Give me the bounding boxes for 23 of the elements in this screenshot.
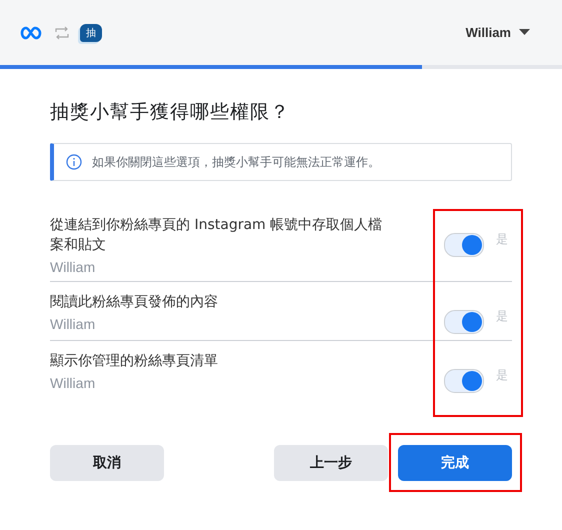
account-name: William: [50, 316, 96, 332]
permission-label: 顯示你管理的粉絲專頁清單: [50, 352, 219, 371]
toggle-state-label: 是: [496, 367, 508, 384]
app-icon[interactable]: 抽: [80, 24, 102, 42]
dialog-title: 抽獎小幫手獲得哪些權限？: [50, 100, 291, 125]
toggle-state-label: 是: [496, 231, 508, 248]
cancel-button[interactable]: 取消: [50, 445, 164, 481]
account-menu[interactable]: William: [466, 25, 530, 40]
back-button[interactable]: 上一步: [274, 445, 388, 481]
infinity-logo-icon[interactable]: [20, 26, 44, 40]
notice-text: 如果你關閉這些選項，抽獎小幫手可能無法正常運作。: [92, 154, 380, 170]
account-name: William: [50, 375, 96, 391]
toggle-switch[interactable]: [444, 369, 484, 393]
permission-label: 從連結到你粉絲專頁的 Instagram 帳號中存取個人檔案和貼文: [50, 216, 384, 255]
toggle-state-label: 是: [496, 308, 508, 325]
repeat-icon[interactable]: [54, 26, 70, 40]
permission-label: 閱讀此粉絲專頁發佈的內容: [50, 293, 219, 312]
toggle-switch[interactable]: [444, 310, 484, 334]
account-name: William: [50, 259, 96, 275]
info-icon: [66, 154, 82, 170]
toggle-switch[interactable]: [444, 233, 484, 257]
done-button[interactable]: 完成: [398, 445, 512, 481]
caret-icon: [519, 29, 530, 36]
